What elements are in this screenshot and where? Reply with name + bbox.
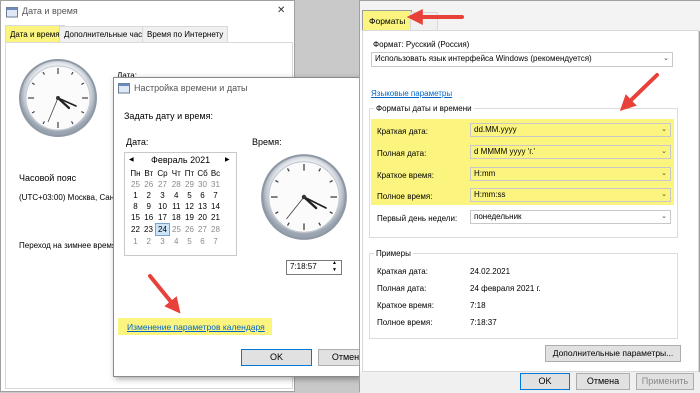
arrow-to-calendar-link: [148, 274, 181, 314]
annotation-arrows: [148, 9, 659, 314]
arrow-to-format-fields: [619, 73, 659, 112]
